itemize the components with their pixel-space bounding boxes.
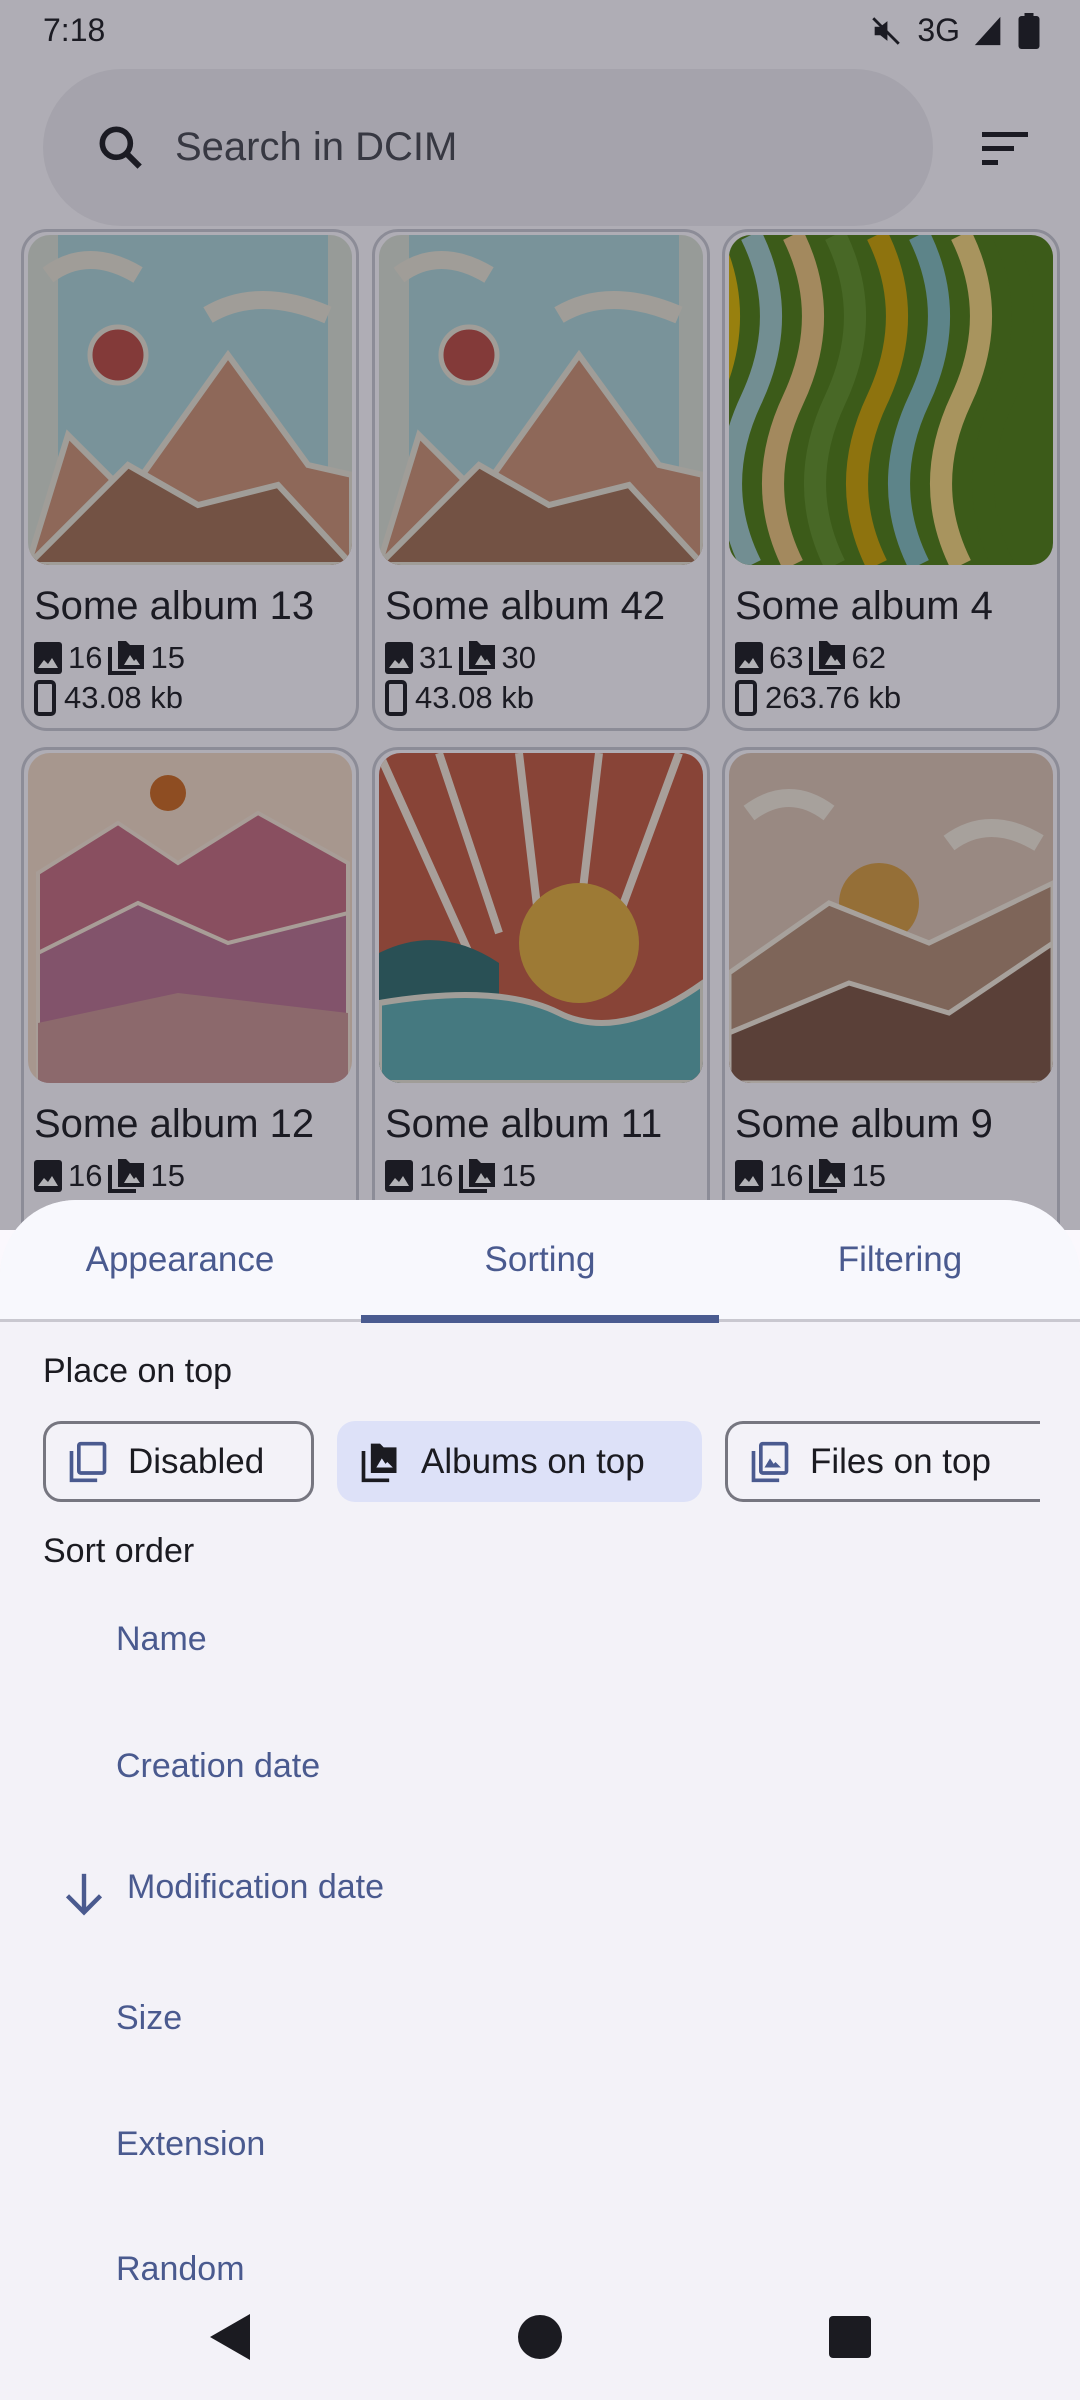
photo-album-icon	[361, 1443, 397, 1482]
sort-option-name[interactable]: Name	[116, 1620, 207, 1659]
tab-filtering[interactable]: Filtering	[720, 1240, 1080, 1280]
tab-sorting[interactable]: Sorting	[360, 1240, 720, 1280]
chip-label: Files on top	[810, 1441, 991, 1481]
chip-label: Albums on top	[421, 1441, 645, 1481]
chip-albums-on-top[interactable]: Albums on top	[337, 1421, 702, 1502]
tab-indicator	[361, 1315, 719, 1323]
back-icon[interactable]	[206, 2312, 252, 2362]
sort-option-extension[interactable]: Extension	[116, 2125, 265, 2164]
tab-appearance[interactable]: Appearance	[0, 1240, 360, 1280]
scrim[interactable]	[0, 0, 1080, 1230]
recents-icon[interactable]	[829, 2316, 871, 2358]
home-icon[interactable]	[517, 2314, 563, 2360]
sort-option-modification-date[interactable]: Modification date	[127, 1868, 384, 1907]
chip-label: Disabled	[128, 1441, 265, 1481]
sort-option-size[interactable]: Size	[116, 1999, 182, 2038]
sort-option-random[interactable]: Random	[116, 2250, 245, 2289]
navigation-bar	[0, 2290, 1080, 2400]
tab-bar: Appearance Sorting Filtering	[0, 1200, 1080, 1323]
copy-icon	[69, 1441, 107, 1482]
photo-library-icon	[751, 1441, 789, 1482]
sort-option-creation-date[interactable]: Creation date	[116, 1747, 320, 1786]
sort-order-label: Sort order	[43, 1532, 195, 1570]
chip-disabled[interactable]: Disabled	[43, 1421, 314, 1502]
place-on-top-label: Place on top	[43, 1352, 233, 1390]
chip-files-on-top[interactable]: Files on top	[725, 1421, 1040, 1502]
bottom-sheet: Appearance Sorting Filtering Place on to…	[0, 1200, 1080, 2400]
arrow-down-icon	[65, 1873, 103, 1916]
